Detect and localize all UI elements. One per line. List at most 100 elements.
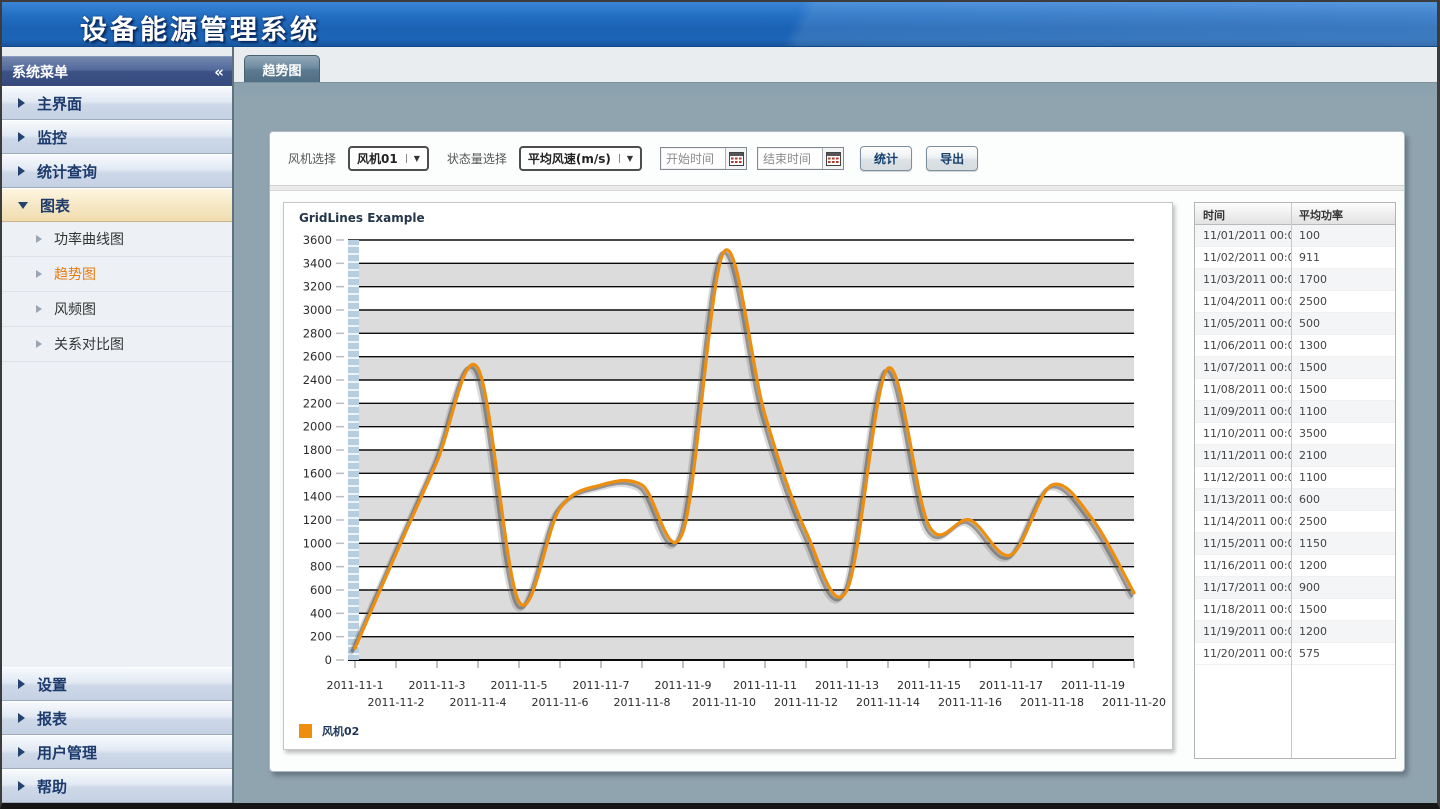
table-header-time[interactable]: 时间 [1195,203,1291,224]
svg-text:1000: 1000 [303,536,332,550]
sidebar-spacer [2,362,232,667]
sidebar-subitem-wind-frequency[interactable]: 风频图 [2,292,232,327]
sidebar-item-user-management[interactable]: 用户管理 [2,735,232,769]
table-row[interactable]: 11/13/2011 00:0600 [1195,489,1395,511]
table-row[interactable]: 11/05/2011 00:0500 [1195,313,1395,335]
end-time-field [757,147,844,170]
svg-text:400: 400 [310,606,332,620]
table-cell-avg-power: 1100 [1291,467,1395,488]
table-row[interactable]: 11/14/2011 00:02500 [1195,511,1395,533]
main-area: 趋势图 风机选择 风机01 ▼ 状态量选择 平均风速(m/s) [234,47,1437,803]
table-row[interactable]: 11/17/2011 00:0900 [1195,577,1395,599]
sidebar-item-label: 主界面 [37,93,82,114]
sidebar-item-label: 图表 [40,195,70,216]
sidebar-subitem-trend-chart[interactable]: 趋势图 [2,257,232,292]
end-time-input[interactable] [758,148,822,169]
table-row[interactable]: 11/09/2011 00:01100 [1195,401,1395,423]
table-row[interactable]: 11/16/2011 00:01200 [1195,555,1395,577]
table-cell-time: 11/03/2011 00:0 [1195,269,1291,290]
sidebar-item-label: 帮助 [37,776,67,797]
fan-select-dropdown[interactable]: 风机01 ▼ [348,146,429,171]
sidebar-item-monitor[interactable]: 监控 [2,120,232,154]
start-time-input[interactable] [661,148,725,169]
sidebar-subitem-relation-compare[interactable]: 关系对比图 [2,327,232,362]
table-row[interactable]: 11/01/2011 00:0100 [1195,225,1395,247]
calendar-icon[interactable] [725,148,746,169]
table-row[interactable]: 11/08/2011 00:01500 [1195,379,1395,401]
chevron-right-icon [36,340,42,348]
chevron-right-icon [18,166,25,176]
table-row[interactable]: 11/06/2011 00:01300 [1195,335,1395,357]
svg-text:2011-11-17: 2011-11-17 [979,679,1043,692]
charts-submenu: 功率曲线图 趋势图 风频图 关系对比图 [2,222,232,362]
table-row[interactable]: 11/10/2011 00:03500 [1195,423,1395,445]
table-cell-avg-power: 100 [1291,225,1395,246]
table-cell-time: 11/01/2011 00:0 [1195,225,1291,246]
sidebar-item-stats-query[interactable]: 统计查询 [2,154,232,188]
content-area: 风机选择 风机01 ▼ 状态量选择 平均风速(m/s) ▼ [234,95,1437,803]
table-cell-avg-power: 1200 [1291,555,1395,576]
svg-text:200: 200 [310,630,332,644]
sidebar-item-reports[interactable]: 报表 [2,701,232,735]
chevron-right-icon [18,98,25,108]
svg-text:2011-11-14: 2011-11-14 [856,696,920,709]
status-select-dropdown[interactable]: 平均风速(m/s) ▼ [519,146,642,171]
table-header-avg-power[interactable]: 平均功率 [1291,203,1395,224]
calendar-icon[interactable] [822,148,843,169]
chevron-right-icon [18,781,25,791]
svg-text:3200: 3200 [303,280,332,294]
svg-text:2011-11-10: 2011-11-10 [692,696,756,709]
sidebar-subitem-power-curve[interactable]: 功率曲线图 [2,222,232,257]
export-button[interactable]: 导出 [926,146,978,171]
table-cell-time: 11/05/2011 00:0 [1195,313,1291,334]
table-row[interactable]: 11/15/2011 00:01150 [1195,533,1395,555]
sidebar-item-main[interactable]: 主界面 [2,86,232,120]
status-select-label: 状态量选择 [447,150,507,167]
table-row[interactable]: 11/18/2011 00:01500 [1195,599,1395,621]
table-row[interactable]: 11/19/2011 00:01200 [1195,621,1395,643]
table-row[interactable]: 11/11/2011 00:02100 [1195,445,1395,467]
svg-text:0: 0 [325,653,332,667]
tab-trend-chart[interactable]: 趋势图 [244,55,320,82]
table-row[interactable]: 11/04/2011 00:02500 [1195,291,1395,313]
table-cell-avg-power: 911 [1291,247,1395,268]
table-cell-time: 11/20/2011 00:0 [1195,643,1291,664]
sidebar: 系统菜单 « 主界面 监控 统计查询 图表 [2,47,234,803]
sidebar-item-help[interactable]: 帮助 [2,769,232,803]
sidebar-subitem-label: 风频图 [54,299,96,319]
trend-chart-svg: 3600340032003000280026002400220020001800… [288,229,1168,727]
table-cell-avg-power: 500 [1291,313,1395,334]
fan-select-label: 风机选择 [288,150,336,167]
sidebar-item-charts[interactable]: 图表 [2,188,232,222]
svg-text:2000: 2000 [303,420,332,434]
sidebar-subitem-label: 趋势图 [54,264,96,284]
table-row[interactable]: 11/20/2011 00:0575 [1195,643,1395,665]
table-row[interactable]: 11/12/2011 00:01100 [1195,467,1395,489]
svg-text:2011-11-20: 2011-11-20 [1102,696,1166,709]
app-title: 设备能源管理系统 [80,8,320,47]
table-cell-time: 11/14/2011 00:0 [1195,511,1291,532]
svg-text:2011-11-11: 2011-11-11 [733,679,797,692]
sidebar-collapse-icon[interactable]: « [214,63,222,81]
fan-select-value: 风机01 [357,150,398,167]
sidebar-subitem-label: 功率曲线图 [54,229,124,249]
table-cell-time: 11/15/2011 00:0 [1195,533,1291,554]
table-cell-avg-power: 2500 [1291,291,1395,312]
table-cell-time: 11/17/2011 00:0 [1195,577,1291,598]
svg-text:2800: 2800 [303,326,332,340]
svg-text:600: 600 [310,583,332,597]
table-row[interactable]: 11/02/2011 00:0911 [1195,247,1395,269]
svg-text:2011-11-8: 2011-11-8 [614,696,671,709]
svg-text:2011-11-19: 2011-11-19 [1061,679,1125,692]
dropdown-arrow-icon: ▼ [619,154,633,163]
start-time-field [660,147,747,170]
table-cell-time: 11/19/2011 00:0 [1195,621,1291,642]
table-row[interactable]: 11/03/2011 00:01700 [1195,269,1395,291]
chevron-right-icon [18,713,25,723]
chevron-right-icon [18,679,25,689]
table-row[interactable]: 11/07/2011 00:01500 [1195,357,1395,379]
statistics-button[interactable]: 统计 [860,146,912,171]
sidebar-item-settings[interactable]: 设置 [2,667,232,701]
table-cell-time: 11/06/2011 00:0 [1195,335,1291,356]
table-cell-time: 11/09/2011 00:0 [1195,401,1291,422]
